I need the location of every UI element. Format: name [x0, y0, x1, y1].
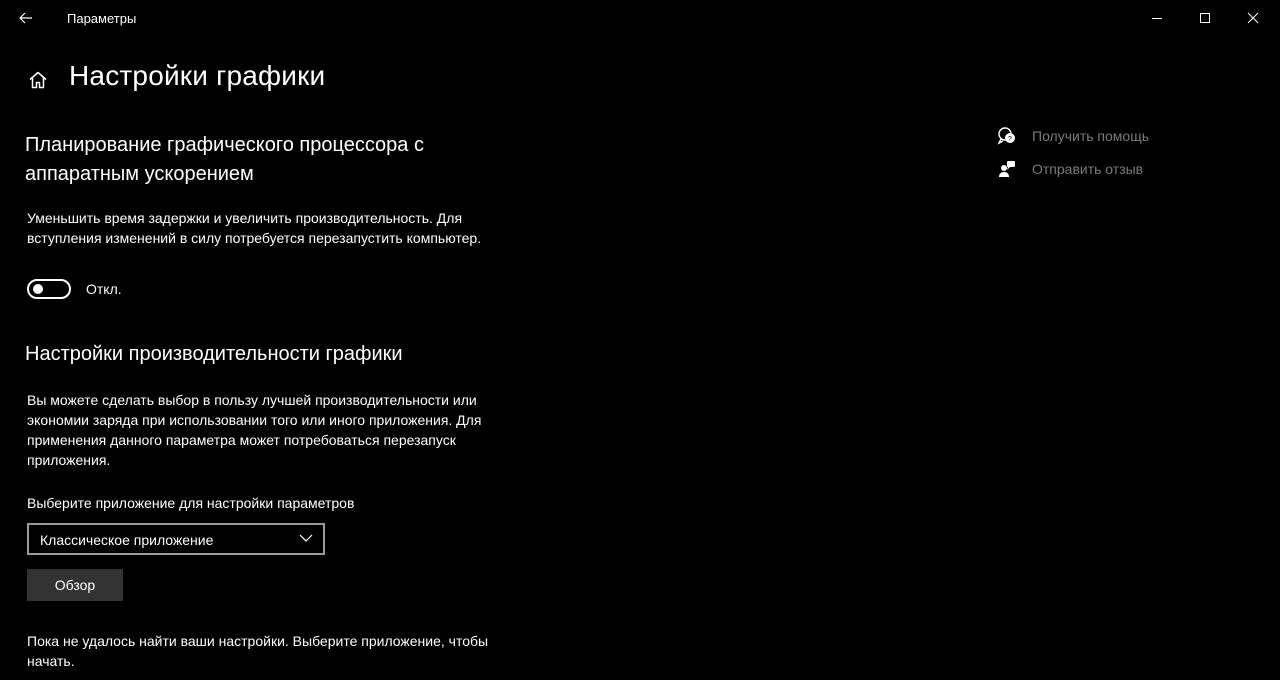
- close-icon: [1247, 12, 1259, 24]
- app-type-select[interactable]: Классическое приложение: [27, 523, 325, 555]
- gpu-scheduling-heading: Планирование графического процессора с а…: [25, 134, 424, 185]
- send-feedback-label: Отправить отзыв: [1032, 161, 1144, 177]
- app-title: Параметры: [67, 11, 137, 26]
- gpu-scheduling-description: Уменьшить время задержки и увеличить про…: [27, 210, 482, 246]
- home-icon: [29, 71, 47, 89]
- title-bar: Параметры: [0, 0, 1280, 36]
- send-feedback-link[interactable]: Отправить отзыв: [996, 158, 1143, 180]
- page-title: Настройки графики: [69, 60, 326, 91]
- graphics-performance-description: Вы можете сделать выбор в пользу лучшей …: [27, 392, 482, 468]
- help-chat-icon: ?: [996, 125, 1018, 147]
- graphics-performance-heading: Настройки производительности графики: [25, 343, 403, 365]
- app-type-select-value: Классическое приложение: [40, 532, 214, 548]
- app-select-label: Выберите приложение для настройки параме…: [27, 495, 355, 511]
- back-button[interactable]: [12, 6, 40, 30]
- minimize-button[interactable]: [1134, 0, 1180, 36]
- gpu-scheduling-toggle[interactable]: [27, 279, 71, 299]
- close-button[interactable]: [1230, 0, 1276, 36]
- minimize-icon: [1151, 17, 1162, 19]
- svg-text:?: ?: [1008, 136, 1012, 143]
- get-help-label: Получить помощь: [1032, 128, 1150, 144]
- maximize-icon: [1199, 12, 1210, 23]
- back-arrow-icon: [19, 12, 32, 24]
- feedback-icon: [996, 158, 1018, 180]
- home-button[interactable]: [22, 64, 54, 96]
- chevron-down-icon: [299, 534, 313, 542]
- toggle-state-label: Откл.: [86, 281, 122, 297]
- toggle-knob: [33, 284, 43, 294]
- status-message: Пока не удалось найти ваши настройки. Вы…: [27, 633, 489, 669]
- browse-button[interactable]: Обзор: [27, 569, 123, 601]
- maximize-button[interactable]: [1182, 0, 1228, 36]
- get-help-link[interactable]: ? Получить помощь: [996, 125, 1149, 147]
